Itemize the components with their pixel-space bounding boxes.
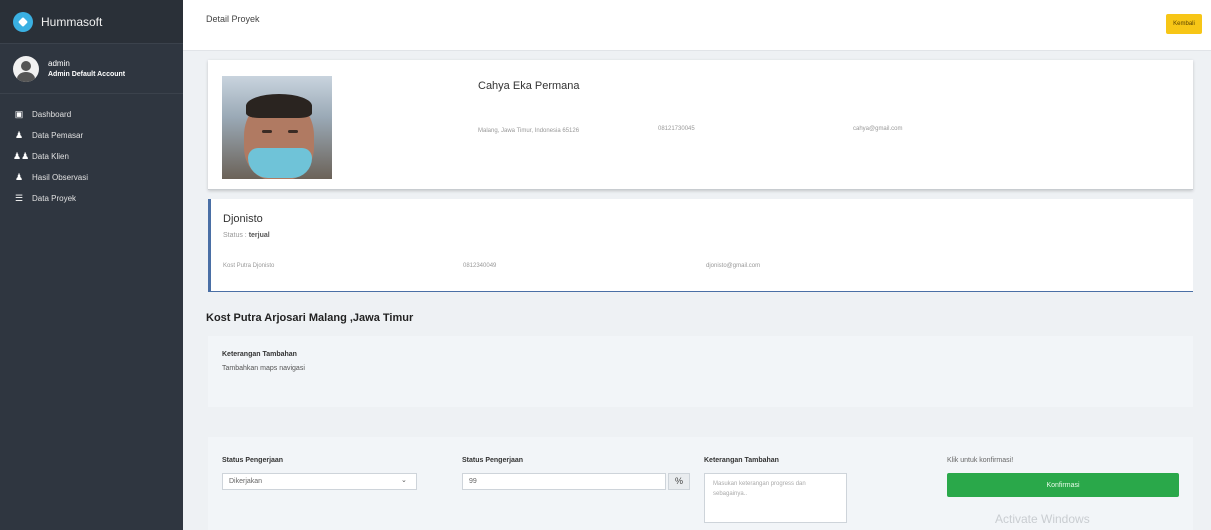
list-icon: ☰ [14,193,24,203]
user-panel: admin Admin Default Account [0,44,183,94]
activate-windows-watermark: Activate Windows [995,512,1090,526]
dashboard-icon: ▣ [14,109,24,119]
brand[interactable]: Hummasoft [0,0,183,44]
status-select[interactable]: Dikerjakan [222,473,417,490]
chevron-down-icon: ⌄ [401,477,407,484]
worker-email: cahya@gmail.com [853,126,903,132]
percent-input[interactable]: 99 [462,473,666,490]
project-note-box: Keterangan Tambahan Tambahkan maps navig… [208,336,1193,407]
avatar [13,55,39,82]
worker-address: Malang, Jawa Timur, Indonesia 65126 [478,128,580,134]
sidebar-item-dashboard[interactable]: ▣ Dashboard [0,104,183,125]
sidebar-item-label: Dashboard [32,110,72,119]
worker-card: Cahya Eka Permana Malang, Jawa Timur, In… [208,60,1193,190]
user-icon: ♟ [14,130,24,140]
main-content: Detail Proyek Kembali Cahya Eka Permana … [183,0,1211,530]
percent-label: Status Pengerjaan [462,457,524,464]
topbar: Detail Proyek Kembali [183,0,1211,51]
project-note-text: Tambahkan maps navigasi [222,365,305,372]
client-status: Status : terjual [223,232,270,239]
client-status-value: terjual [248,232,270,239]
sidebar-item-data-pemasar[interactable]: ♟ Data Pemasar [0,125,183,146]
brand-logo-icon [13,11,33,32]
client-status-label: Status : [223,232,247,239]
sidebar-item-hasil-observasi[interactable]: ♟ Hasil Observasi [0,167,183,188]
users-icon: ♟♟ [13,151,30,161]
client-name: Djonisto [223,213,263,225]
sidebar-item-label: Data Klien [32,152,69,161]
sidebar: Hummasoft admin Admin Default Account ▣ … [0,0,183,530]
sidebar-item-data-proyek[interactable]: ☰ Data Proyek [0,188,183,209]
project-note-label: Keterangan Tambahan [222,351,297,358]
project-title: Kost Putra Arjosari Malang ,Jawa Timur [206,312,414,324]
worker-photo [222,76,332,179]
notes-label: Keterangan Tambahan [704,457,779,464]
client-kost: Kost Putra Djonisto [223,263,275,269]
notes-textarea[interactable]: Masukan keterangan progress dan sebagain… [704,473,847,523]
brand-name: Hummasoft [41,14,103,29]
sidebar-item-label: Hasil Observasi [32,173,89,182]
client-phone: 0812340049 [463,263,497,269]
progress-form: Status Pengerjaan Status Pengerjaan Kete… [208,437,1193,530]
worker-phone: 08121730045 [658,126,695,132]
sidebar-item-data-klien[interactable]: ♟♟ Data Klien [0,146,183,167]
status-label: Status Pengerjaan [222,457,284,464]
client-email: djonisto@gmail.com [706,263,761,269]
sidebar-item-label: Data Pemasar [32,131,84,140]
back-button[interactable]: Kembali [1166,14,1202,34]
sidebar-nav: ▣ Dashboard ♟ Data Pemasar ♟♟ Data Klien… [0,94,183,209]
user-name: admin [48,58,70,68]
worker-name: Cahya Eka Permana [478,80,580,92]
client-card: Djonisto Status : terjual Kost Putra Djo… [208,199,1193,292]
sidebar-item-label: Data Proyek [32,194,77,203]
user-icon: ♟ [14,172,24,182]
page-title: Detail Proyek [206,14,260,24]
confirm-button[interactable]: Konfirmasi [947,473,1179,497]
user-role: Admin Default Account [48,70,126,78]
percent-addon: % [668,473,690,490]
confirm-hint: Klik untuk konfirmasi! [947,457,1014,464]
